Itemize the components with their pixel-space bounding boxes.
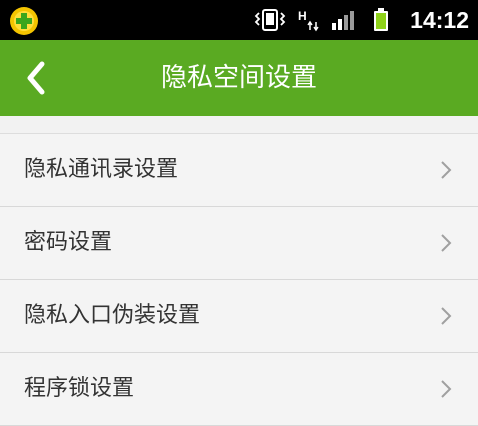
list-item-label: 程序锁设置 (24, 376, 135, 401)
chevron-right-icon (441, 307, 452, 325)
page-title: 隐私空间设置 (160, 63, 317, 93)
title-bar: 隐私空间设置 (0, 40, 478, 116)
svg-text:H: H (298, 9, 307, 23)
status-bar: H 14:12 (0, 0, 478, 40)
hplus-data-icon: H (298, 9, 319, 32)
back-button[interactable] (20, 58, 56, 98)
privacy-contacts-settings-item[interactable]: 隐私通讯录设置 (0, 134, 478, 207)
list-item-label: 隐私入口伪装设置 (24, 303, 201, 328)
password-settings-item[interactable]: 密码设置 (0, 207, 478, 280)
list-item-label: 密码设置 (24, 230, 113, 255)
chevron-right-icon (441, 234, 452, 252)
settings-list: 隐私通讯录设置 密码设置 隐私入口伪装设置 程序锁设置 (0, 133, 478, 426)
vibrate-icon (254, 9, 286, 31)
list-item-label: 隐私通讯录设置 (24, 157, 179, 182)
chevron-right-icon (441, 161, 452, 179)
status-clock: 14:12 (410, 7, 469, 33)
app-badge-icon (10, 7, 38, 35)
chevron-right-icon (441, 380, 452, 398)
app-lock-settings-item[interactable]: 程序锁设置 (0, 353, 478, 426)
battery-icon (374, 8, 388, 31)
chevron-left-icon (27, 61, 45, 95)
signal-icon (332, 11, 354, 30)
entry-disguise-settings-item[interactable]: 隐私入口伪装设置 (0, 280, 478, 353)
